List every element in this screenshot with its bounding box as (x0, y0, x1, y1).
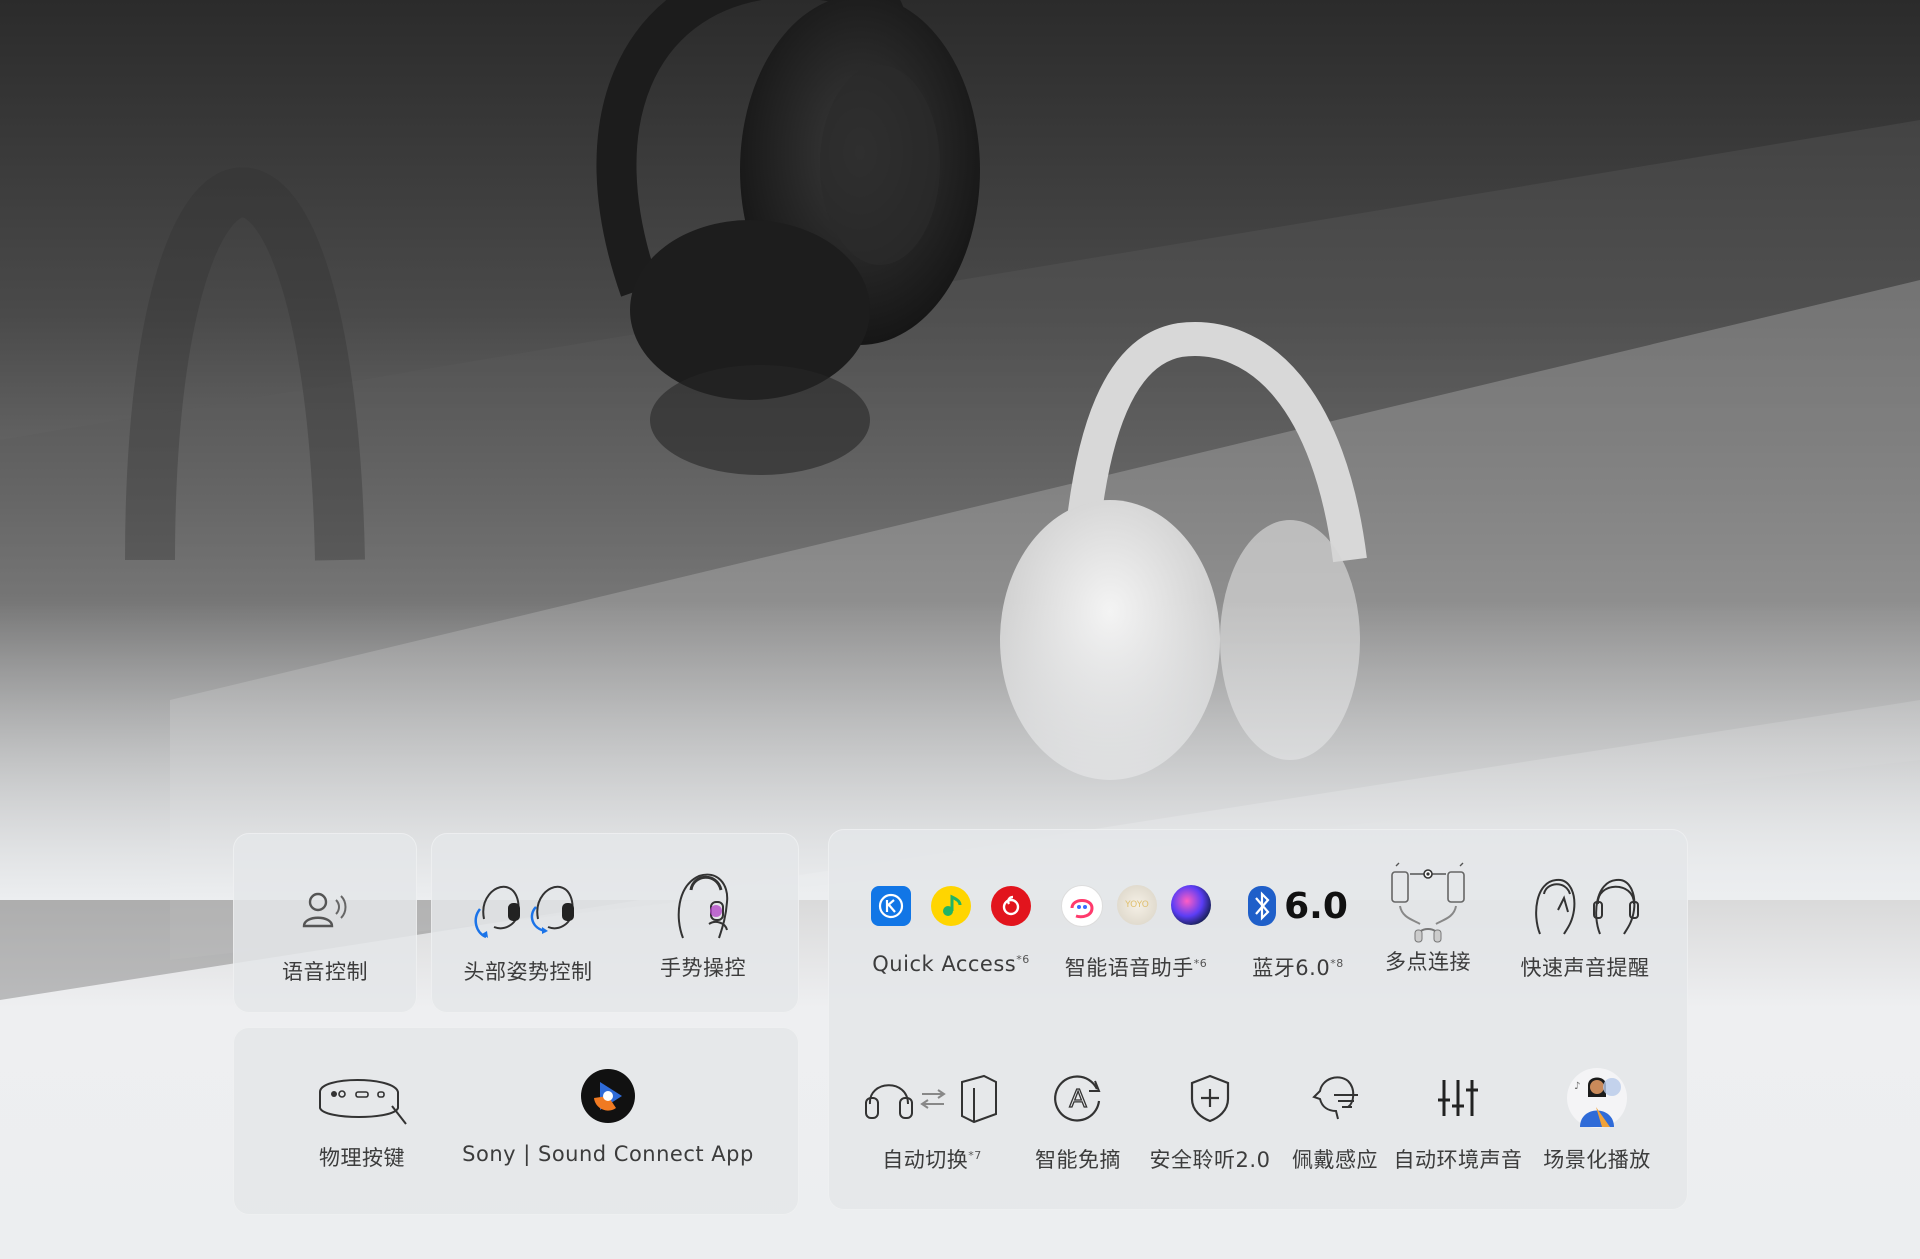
physical-buttons-icon (314, 1058, 410, 1134)
feature-hand-gesture: 手势操控 (623, 868, 783, 982)
footnote-mark: *6 (1193, 957, 1208, 970)
feature-label: 蓝牙6.0*8 (1252, 952, 1343, 982)
feature-wear-detection: 佩戴感应 (1275, 1060, 1395, 1174)
feature-label-text: 智能语音助手 (1064, 956, 1194, 980)
footnote-mark: *7 (968, 1149, 982, 1162)
assistant-app-icon-2: YOYO (1117, 885, 1157, 925)
safe-listening-icon (1188, 1060, 1232, 1136)
feature-label: 物理按键 (319, 1146, 405, 1170)
feature-multipoint: 多点连接 (1368, 862, 1488, 976)
feature-label: 自动切换*7 (882, 1144, 982, 1174)
kugou-app-icon (871, 886, 911, 926)
feature-label: 手势操控 (660, 956, 746, 980)
svg-text:♪: ♪ (1574, 1081, 1580, 1092)
feature-auto-switch: 自动切换*7 (852, 1060, 1012, 1174)
wear-detection-icon (1308, 1060, 1362, 1136)
feature-label: 安全聆听2.0 (1149, 1148, 1271, 1172)
siri-icon (1171, 885, 1211, 925)
feature-label: 智能免摘 (1035, 1148, 1121, 1172)
ambient-sound-icon (1436, 1060, 1480, 1136)
voice-assistant-icon: YOYO (1061, 868, 1211, 944)
feature-voice-control: 语音控制 (245, 872, 405, 986)
bluetooth-version-badge: 6.0 (1284, 885, 1348, 927)
qq-music-app-icon (931, 886, 971, 926)
feature-label: 头部姿势控制 (463, 960, 593, 984)
feature-label: 多点连接 (1385, 950, 1471, 974)
feature-voice-assistant: YOYO 智能语音助手*6 (1046, 868, 1226, 982)
feature-bluetooth: 6.0 蓝牙6.0*8 (1228, 868, 1368, 982)
head-gesture-icon (470, 872, 586, 948)
hand-gesture-icon (671, 868, 735, 944)
feature-label: 语音控制 (282, 960, 368, 984)
feature-quick-access: Quick Access*6 (856, 868, 1046, 976)
feature-label: 自动环境声音 (1393, 1148, 1523, 1172)
feature-label: 佩戴感应 (1292, 1148, 1378, 1172)
bluetooth-icon: 6.0 (1248, 868, 1348, 944)
feature-label-text: 自动切换 (882, 1148, 969, 1172)
auto-switch-icon (862, 1060, 1002, 1136)
feature-label-text: Quick Access (872, 952, 1017, 976)
svg-text:A: A (1069, 1083, 1087, 1113)
feature-label: 智能语音助手*6 (1065, 952, 1208, 982)
assistant-app-icon-1 (1061, 885, 1103, 927)
sound-connect-app-icon (580, 1058, 636, 1134)
feature-label: 场景化播放 (1543, 1148, 1651, 1172)
scene-playback-icon: ♪ (1566, 1060, 1628, 1136)
feature-physical-buttons: 物理按键 (282, 1058, 442, 1172)
quick-access-apps-icon (871, 868, 1031, 944)
footnote-mark: *8 (1330, 957, 1344, 970)
feature-scene-playback: ♪ 场景化播放 (1537, 1060, 1657, 1174)
netease-music-app-icon (991, 886, 1031, 926)
footnote-mark: *6 (1016, 953, 1030, 966)
feature-safe-listening: 安全聆听2.0 (1140, 1060, 1280, 1174)
feature-label-text: 蓝牙6.0 (1252, 956, 1331, 980)
feature-label: Quick Access*6 (872, 952, 1029, 976)
feature-ambient-sound: 自动环境声音 (1388, 1060, 1528, 1174)
feature-sound-connect-app: Sony | Sound Connect App (462, 1058, 753, 1166)
speak-to-chat-icon: A (1051, 1060, 1105, 1136)
feature-speak-to-chat: A 智能免摘 (1018, 1060, 1138, 1174)
feature-quick-attention: 快速声音提醒 (1505, 868, 1665, 982)
quick-attention-icon (1530, 868, 1640, 944)
voice-control-icon (300, 872, 350, 948)
feature-label: Sony | Sound Connect App (462, 1142, 754, 1166)
feature-label: 快速声音提醒 (1520, 956, 1650, 980)
feature-head-gesture: 头部姿势控制 (448, 872, 608, 986)
multipoint-icon (1388, 862, 1468, 944)
